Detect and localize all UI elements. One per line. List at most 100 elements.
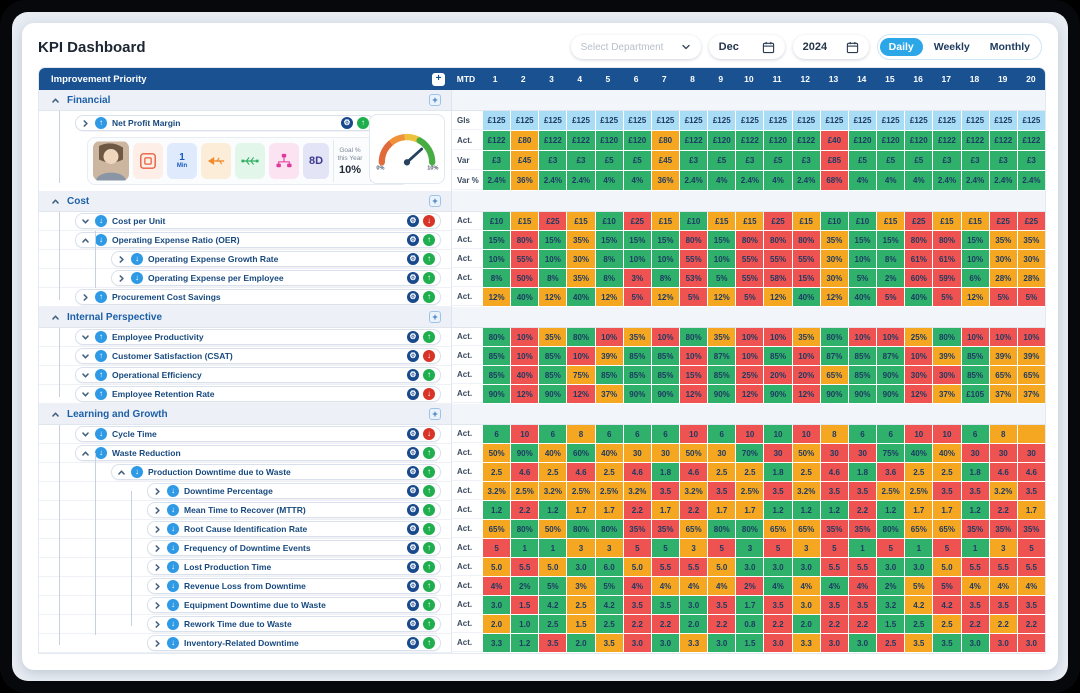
gear-icon[interactable]: ⚙ <box>407 523 419 535</box>
period-option-daily[interactable]: Daily <box>880 38 923 56</box>
trend-down-icon: ↓ <box>131 272 143 284</box>
tree-diagram-icon[interactable] <box>269 143 299 179</box>
gear-icon[interactable]: ⚙ <box>407 466 419 478</box>
kpi-row-pill[interactable]: ↓ Production Downtime due to Waste ⚙ ↑ <box>111 464 441 480</box>
chevron-down-icon[interactable] <box>81 333 90 342</box>
gear-icon[interactable]: ⚙ <box>407 369 419 381</box>
kpi-row-pill[interactable]: ↓ Frequency of Downtime Events ⚙ ↑ <box>147 540 441 556</box>
plus-square-icon[interactable]: + <box>429 311 441 323</box>
kpi-row-pill[interactable]: ↓ Cost per Unit ⚙ ↓ <box>75 213 441 229</box>
data-cell: 30 <box>962 444 989 462</box>
fishbone-diagram-icon[interactable] <box>235 143 265 179</box>
chevron-down-icon[interactable] <box>81 217 90 226</box>
chevron-right-icon[interactable] <box>153 601 162 610</box>
chevron-right-icon[interactable] <box>81 119 90 128</box>
period-option-monthly[interactable]: Monthly <box>981 38 1039 56</box>
chevron-right-icon[interactable] <box>153 620 162 629</box>
kpi-row-pill[interactable]: ↓ Root Cause Identification Rate ⚙ ↑ <box>147 521 441 537</box>
data-cell: 3.5 <box>652 482 679 500</box>
gear-icon[interactable]: ⚙ <box>341 117 353 129</box>
chevron-right-icon[interactable] <box>153 544 162 553</box>
chevron-up-icon[interactable] <box>81 236 90 245</box>
kpi-row-pill[interactable]: ↑ Employee Productivity ⚙ ↑ <box>75 329 441 345</box>
kpi-row-pill[interactable]: ↑ Net Profit Margin ⚙ ↑ <box>75 115 375 131</box>
chevron-down-icon[interactable] <box>81 352 90 361</box>
chevron-down-icon[interactable] <box>81 430 90 439</box>
data-cell: 2.4% <box>990 171 1017 190</box>
gear-icon[interactable]: ⚙ <box>407 253 419 265</box>
gear-icon[interactable]: ⚙ <box>407 234 419 246</box>
year-picker[interactable]: 2024 <box>793 35 869 59</box>
chevron-up-icon[interactable] <box>51 410 60 419</box>
gear-icon[interactable]: ⚙ <box>407 561 419 573</box>
chevron-right-icon[interactable] <box>153 487 162 496</box>
kpi-row-pill[interactable]: ↓ Mean Time to Recover (MTTR) ⚙ ↑ <box>147 502 441 518</box>
plus-square-icon[interactable]: + <box>432 73 445 86</box>
chevron-down-icon[interactable] <box>81 390 90 399</box>
gear-icon[interactable]: ⚙ <box>407 350 419 362</box>
data-cell: 1.7 <box>736 501 763 519</box>
kpi-row-pill[interactable]: ↓ Waste Reduction ⚙ ↑ <box>75 445 441 461</box>
gear-icon[interactable]: ⚙ <box>407 618 419 630</box>
gear-icon[interactable]: ⚙ <box>407 580 419 592</box>
kpi-row-pill[interactable]: ↑ Procurement Cost Savings ⚙ ↑ <box>75 289 441 305</box>
period-option-weekly[interactable]: Weekly <box>925 38 979 56</box>
gear-icon[interactable]: ⚙ <box>407 428 419 440</box>
plus-square-icon[interactable]: + <box>429 408 441 420</box>
kpi-row-pill[interactable]: ↑ Operational Efficiency ⚙ ↑ <box>75 367 441 383</box>
gear-icon[interactable]: ⚙ <box>407 447 419 459</box>
kpi-row-pill[interactable]: ↓ Cycle Time ⚙ ↓ <box>75 426 441 442</box>
avatar[interactable] <box>93 141 129 181</box>
month-picker[interactable]: Dec <box>709 35 785 59</box>
chevron-up-icon[interactable] <box>117 468 126 477</box>
chevron-right-icon[interactable] <box>153 525 162 534</box>
chevron-right-icon[interactable] <box>153 639 162 648</box>
data-cell: 28% <box>1018 269 1045 287</box>
gear-icon[interactable]: ⚙ <box>407 599 419 611</box>
gear-icon[interactable]: ⚙ <box>407 331 419 343</box>
chevron-up-icon[interactable] <box>51 197 60 206</box>
one-minute-badge[interactable]: 1Min <box>167 143 197 179</box>
chevron-up-icon[interactable] <box>51 313 60 322</box>
chevron-right-icon[interactable] <box>153 582 162 591</box>
chevron-up-icon[interactable] <box>81 449 90 458</box>
kpi-row-pill[interactable]: ↓ Revenue Loss from Downtime ⚙ ↑ <box>147 578 441 594</box>
data-cell: 10 <box>680 425 707 443</box>
department-select[interactable]: Select Department <box>571 35 701 59</box>
data-cell: 2.2 <box>990 615 1017 633</box>
kpi-row-pill[interactable]: ↓ Operating Expense Growth Rate ⚙ ↑ <box>111 251 441 267</box>
gear-icon[interactable]: ⚙ <box>407 272 419 284</box>
data-cell: 65% <box>793 520 820 538</box>
chevron-up-icon[interactable] <box>51 96 60 105</box>
data-cell: 90% <box>539 385 566 403</box>
chevron-right-icon[interactable] <box>117 255 126 264</box>
chevron-right-icon[interactable] <box>153 506 162 515</box>
kpi-row-pill[interactable]: ↑ Employee Retention Rate ⚙ ↓ <box>75 386 441 402</box>
gear-icon[interactable]: ⚙ <box>407 542 419 554</box>
plus-square-icon[interactable]: + <box>429 195 441 207</box>
data-cell: 58% <box>764 269 791 287</box>
chevron-right-icon[interactable] <box>117 274 126 283</box>
eight-d-badge[interactable]: 8D <box>303 143 329 179</box>
kpi-row-pill[interactable]: ↓ Rework Time due to Waste ⚙ ↑ <box>147 616 441 632</box>
chevron-right-icon[interactable] <box>153 563 162 572</box>
kpi-row-pill[interactable]: ↓ Inventory-Related Downtime ⚙ ↑ <box>147 635 441 651</box>
plus-square-icon[interactable]: + <box>429 94 441 106</box>
gear-icon[interactable]: ⚙ <box>407 637 419 649</box>
gear-icon[interactable]: ⚙ <box>407 504 419 516</box>
trend-up-icon: ↑ <box>95 388 107 400</box>
kpi-row-pill[interactable]: ↓ Lost Production Time ⚙ ↑ <box>147 559 441 575</box>
kpi-row-pill[interactable]: ↓ Operating Expense Ratio (OER) ⚙ ↑ <box>75 232 441 248</box>
kpi-row-pill[interactable]: ↓ Operating Expense per Employee ⚙ ↑ <box>111 270 441 286</box>
gear-icon[interactable]: ⚙ <box>407 485 419 497</box>
kpi-row-pill[interactable]: ↑ Customer Satisfaction (CSAT) ⚙ ↓ <box>75 348 441 364</box>
gear-icon[interactable]: ⚙ <box>407 388 419 400</box>
kpi-row-pill[interactable]: ↓ Downtime Percentage ⚙ ↑ <box>147 483 441 499</box>
chevron-right-icon[interactable] <box>81 293 90 302</box>
gear-icon[interactable]: ⚙ <box>407 215 419 227</box>
chevron-down-icon[interactable] <box>81 371 90 380</box>
arrow-fishbone-icon[interactable] <box>201 143 231 179</box>
a3-report-icon[interactable] <box>133 143 163 179</box>
kpi-row-pill[interactable]: ↓ Equipment Downtime due to Waste ⚙ ↑ <box>147 597 441 613</box>
gear-icon[interactable]: ⚙ <box>407 291 419 303</box>
